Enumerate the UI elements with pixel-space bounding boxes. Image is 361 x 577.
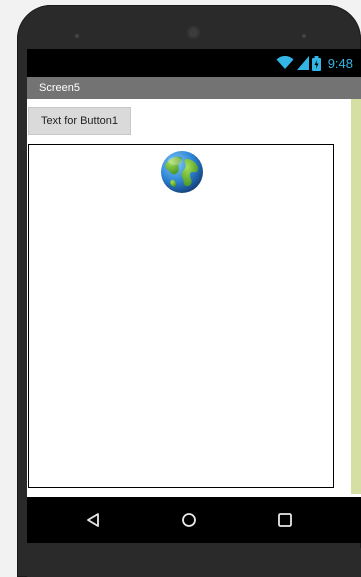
canvas[interactable] xyxy=(28,144,334,488)
phone-screen: 9:48 Screen5 Text for Button1 xyxy=(27,49,361,502)
sensor-dot xyxy=(75,34,79,38)
front-camera-icon xyxy=(187,26,200,39)
globe-icon[interactable] xyxy=(159,149,205,195)
screen-title: Screen5 xyxy=(39,82,80,94)
back-button[interactable] xyxy=(81,509,105,531)
screen-scrollbar[interactable] xyxy=(351,99,361,494)
button1[interactable]: Text for Button1 xyxy=(28,107,131,135)
screen-content: Text for Button1 xyxy=(27,99,361,494)
home-button[interactable] xyxy=(177,509,201,531)
status-bar: 9:48 xyxy=(27,49,361,77)
signal-icon xyxy=(296,56,309,70)
phone-frame: 9:48 Screen5 Text for Button1 xyxy=(17,5,361,577)
sensor-dot xyxy=(302,34,306,38)
wifi-icon xyxy=(276,56,294,69)
screen-title-bar: Screen5 xyxy=(27,77,361,99)
navigation-bar xyxy=(27,497,361,543)
battery-icon xyxy=(311,55,321,71)
phone-chin xyxy=(27,548,361,577)
home-icon xyxy=(182,513,196,527)
back-icon xyxy=(87,513,99,527)
recents-button[interactable] xyxy=(273,509,297,531)
status-time: 9:48 xyxy=(327,55,353,71)
recents-icon xyxy=(278,513,292,527)
